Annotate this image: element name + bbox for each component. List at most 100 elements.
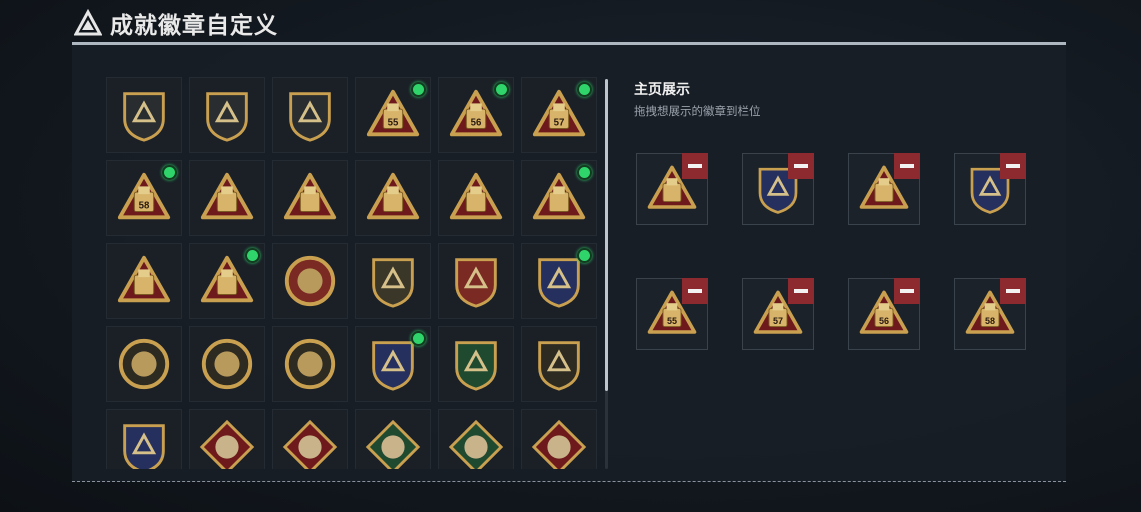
badge-cell-star-medal-badge[interactable]: [272, 243, 348, 319]
badge-cell-helicopter-badge[interactable]: [189, 77, 265, 153]
badge-cell-rifle-green-badge[interactable]: [438, 326, 514, 402]
game-logo-icon: [74, 9, 102, 37]
badge-cell-rocket-badge[interactable]: [189, 243, 265, 319]
minus-icon: [1006, 164, 1020, 168]
badge-cell-wolf-red-badge[interactable]: [189, 409, 265, 469]
badge-cell-eagle-shield-badge[interactable]: [521, 243, 597, 319]
badge-cell-box-56-badge[interactable]: 56: [438, 77, 514, 153]
showcase-slot-8[interactable]: 58: [954, 278, 1026, 350]
dragon-red-badge-icon: [531, 419, 587, 469]
badge-cell-wolf-red-2-badge[interactable]: [272, 409, 348, 469]
new-indicator-dot: [162, 165, 177, 180]
new-indicator-dot: [245, 248, 260, 263]
remove-badge-button[interactable]: [682, 278, 708, 304]
gold-bars-badge-icon: [366, 172, 420, 220]
page-title: 成就徽章自定义: [110, 13, 278, 39]
badge-grid-viewport[interactable]: 55 56 57 58: [106, 77, 600, 469]
badge-cell-bag-55-badge[interactable]: 55: [355, 77, 431, 153]
badge-number-label: 58: [985, 316, 995, 326]
new-indicator-dot: [577, 165, 592, 180]
badge-number-label: 56: [879, 316, 889, 326]
showcase-slot-4[interactable]: [954, 153, 1026, 225]
arm-shield-badge-icon: [538, 341, 580, 391]
crossed-guns-badge-icon: [123, 424, 165, 469]
wolf-red-badge-icon: [199, 419, 255, 469]
badge-number-label: 56: [471, 118, 482, 129]
minus-icon: [688, 164, 702, 168]
scrollbar-thumb[interactable]: [605, 79, 608, 391]
badge-cell-royal-shield-badge[interactable]: [438, 243, 514, 319]
remove-badge-button[interactable]: [1000, 278, 1026, 304]
showcase-title: 主页展示: [634, 82, 690, 98]
badge-cell-gold-bars-badge[interactable]: [355, 160, 431, 236]
badge-cell-canister-57-badge[interactable]: 57: [521, 77, 597, 153]
gear-medal-badge-icon: [284, 338, 336, 390]
badge-cell-skull-badge[interactable]: [189, 326, 265, 402]
showcase-slot-7[interactable]: 56: [848, 278, 920, 350]
skull-badge-icon: [201, 338, 253, 390]
badge-cell-number-one-badge[interactable]: [438, 160, 514, 236]
badge-cell-soldiers-badge[interactable]: [106, 243, 182, 319]
minus-icon: [794, 164, 808, 168]
badge-number-label: 55: [388, 118, 399, 129]
triangle-emblem-badge-icon: [123, 92, 165, 142]
showcase-slots: 55 57 56 58: [636, 153, 1026, 350]
remove-badge-button[interactable]: [894, 153, 920, 179]
minus-icon: [900, 289, 914, 293]
badge-grid: 55 56 57 58: [106, 77, 600, 469]
new-indicator-dot: [411, 82, 426, 97]
showcase-slot-3[interactable]: [848, 153, 920, 225]
soldiers-badge-icon: [117, 255, 171, 303]
page-header: 成就徽章自定义: [74, 6, 278, 40]
star-medal-badge-icon: [284, 255, 336, 307]
badge-cell-crossed-guns-badge[interactable]: [106, 409, 182, 469]
minus-icon: [688, 289, 702, 293]
number-one-badge-icon: [449, 172, 503, 220]
badge-cell-wasp-green-badge[interactable]: [355, 409, 431, 469]
helicopter-badge-icon: [206, 92, 248, 142]
badge-cell-canister-58-badge[interactable]: 58: [106, 160, 182, 236]
minus-icon: [794, 289, 808, 293]
showcase-slot-2[interactable]: [742, 153, 814, 225]
new-indicator-dot: [577, 248, 592, 263]
remove-badge-button[interactable]: [788, 153, 814, 179]
remove-badge-button[interactable]: [894, 278, 920, 304]
remove-badge-button[interactable]: [1000, 153, 1026, 179]
badge-cell-helmet-badge[interactable]: [106, 326, 182, 402]
gears-badge-icon: [283, 172, 337, 220]
badge-cell-dragon-red-badge[interactable]: [521, 409, 597, 469]
showcase-header: 主页展示 拖拽想展示的徽章到栏位: [634, 79, 761, 119]
badge-cell-arm-shield-badge[interactable]: [521, 326, 597, 402]
royal-shield-badge-icon: [455, 258, 497, 308]
badge-cell-sword-shield-badge[interactable]: [272, 77, 348, 153]
showcase-subtitle: 拖拽想展示的徽章到栏位: [634, 104, 761, 118]
badge-cell-bottle-badge[interactable]: [521, 160, 597, 236]
new-indicator-dot: [494, 82, 509, 97]
showcase-slot-6[interactable]: 57: [742, 278, 814, 350]
badge-cell-hammer-green-badge[interactable]: [438, 409, 514, 469]
badge-cell-rifle-navy-badge[interactable]: [355, 326, 431, 402]
new-indicator-dot: [577, 82, 592, 97]
helmet-badge-icon: [118, 338, 170, 390]
showcase-slot-1[interactable]: [636, 153, 708, 225]
chevron-shield-badge-icon: [372, 258, 414, 308]
minus-icon: [900, 164, 914, 168]
remove-badge-button[interactable]: [788, 278, 814, 304]
badge-cell-triangle-emblem-badge[interactable]: [106, 77, 182, 153]
badge-cell-gears-badge[interactable]: [272, 160, 348, 236]
badge-panel: 55 56 57 58 主页展示 拖拽想展示的徽章到栏位 55 57 56 58: [72, 42, 1066, 482]
wolf-red-2-badge-icon: [282, 419, 338, 469]
robot-badge-icon: [200, 172, 254, 220]
badge-cell-gear-medal-badge[interactable]: [272, 326, 348, 402]
badge-number-label: 58: [139, 201, 150, 212]
badge-number-label: 57: [773, 316, 783, 326]
badge-number-label: 55: [667, 316, 677, 326]
remove-badge-button[interactable]: [682, 153, 708, 179]
showcase-slot-5[interactable]: 55: [636, 278, 708, 350]
minus-icon: [1006, 289, 1020, 293]
badge-number-label: 57: [554, 118, 565, 129]
rifle-green-badge-icon: [455, 341, 497, 391]
badge-cell-chevron-shield-badge[interactable]: [355, 243, 431, 319]
badge-cell-robot-badge[interactable]: [189, 160, 265, 236]
new-indicator-dot: [411, 331, 426, 346]
